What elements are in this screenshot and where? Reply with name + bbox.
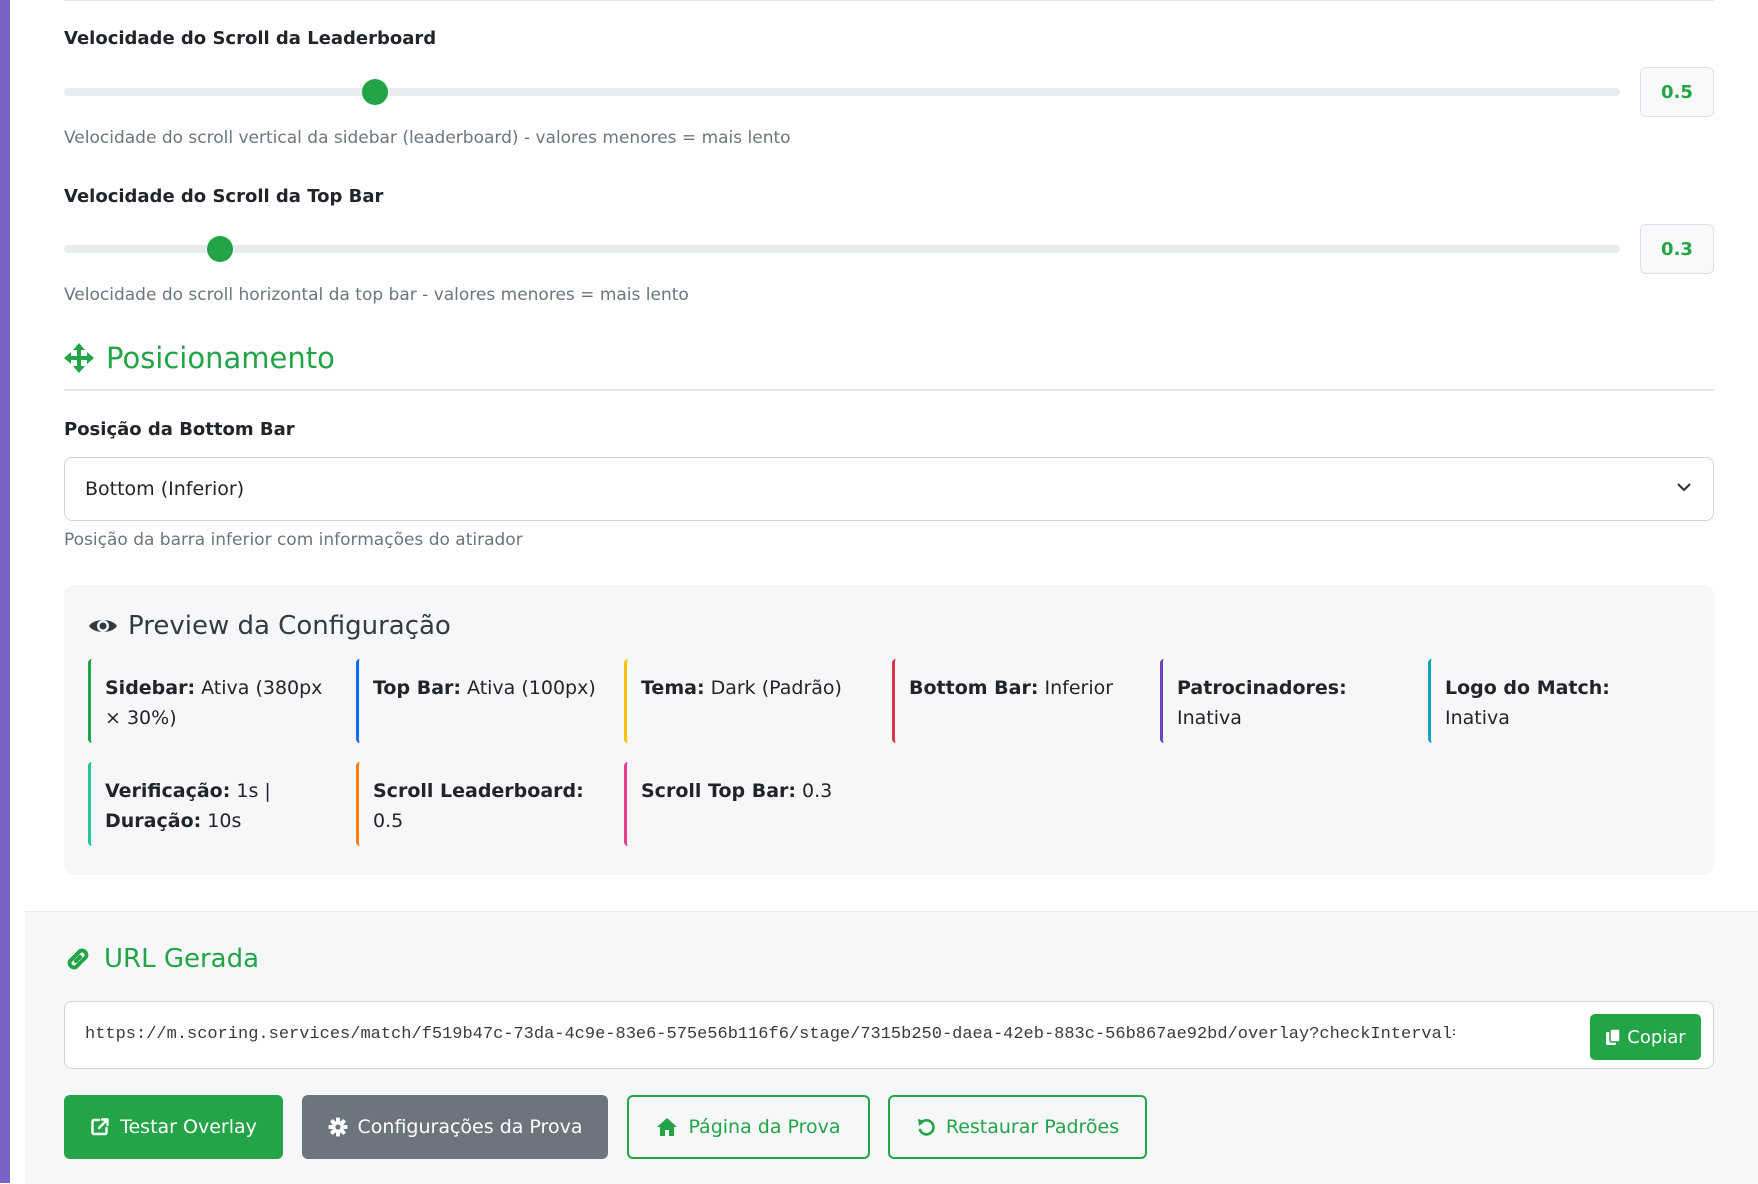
scroll-topbar-value: 0.3 (1640, 224, 1714, 274)
preview-item-scroll-topbar: Scroll Top Bar: 0.3 (624, 762, 864, 846)
preview-item-key: Top Bar: (373, 677, 461, 699)
test-overlay-label: Testar Overlay (120, 1116, 257, 1138)
preview-item-bottombar: Bottom Bar: Inferior (892, 659, 1132, 743)
preview-title: Preview da Configuração (88, 611, 451, 641)
sidebar-edge-strip (0, 0, 10, 1183)
match-settings-label: Configurações da Prova (357, 1116, 583, 1138)
url-section-title: URL Gerada (64, 944, 259, 974)
copy-url-label: Copiar (1627, 1026, 1686, 1048)
preview-item-scroll-leaderboard: Scroll Leaderboard: 0.5 (356, 762, 596, 846)
preview-item-value: 0.5 (373, 810, 404, 832)
section-divider (64, 389, 1714, 391)
divider (64, 0, 1714, 1)
restore-defaults-label: Restaurar Padrões (945, 1116, 1120, 1138)
bottom-bar-position-selected: Bottom (Inferior) (85, 478, 245, 500)
generated-url-field[interactable]: https://m.scoring.services/match/f519b47… (64, 1001, 1714, 1069)
preview-item-key: Tema: (641, 677, 705, 699)
url-title-text: URL Gerada (104, 944, 260, 974)
preview-item-key: Scroll Top Bar: (641, 780, 796, 802)
preview-item-value: Ativa (100px) (467, 677, 596, 699)
preview-item-key: Bottom Bar: (909, 677, 1039, 699)
gear-icon (328, 1117, 348, 1137)
preview-item-topbar: Top Bar: Ativa (100px) (356, 659, 596, 743)
test-overlay-button[interactable]: Testar Overlay (64, 1095, 283, 1159)
match-page-label: Página da Prova (688, 1116, 841, 1138)
scroll-leaderboard-slider-thumb[interactable] (362, 79, 389, 105)
scroll-topbar-slider-thumb[interactable] (206, 236, 233, 262)
home-icon (657, 1118, 678, 1136)
scroll-topbar-help: Velocidade do scroll horizontal da top b… (64, 285, 689, 305)
preview-item-key: Verificação: (105, 780, 231, 802)
bottom-bar-position-help: Posição da barra inferior com informaçõe… (64, 530, 523, 550)
preview-item-value: 1s | (236, 780, 271, 802)
undo-icon (917, 1119, 935, 1136)
preview-item-check-interval: Verificação: 1s | Duração: 10s (88, 762, 328, 846)
arrows-move-icon (64, 343, 94, 373)
eye-icon (89, 620, 117, 632)
scroll-topbar-slider[interactable] (64, 236, 1620, 262)
copy-icon (1606, 1028, 1622, 1045)
preview-title-text: Preview da Configuração (128, 611, 451, 641)
restore-defaults-button[interactable]: Restaurar Padrões (888, 1095, 1147, 1159)
preview-item-value: Dark (Padrão) (710, 677, 842, 699)
preview-item-sponsors: Patrocinadores: Inativa (1160, 659, 1400, 743)
preview-item-key: Sidebar: (105, 677, 196, 699)
preview-item-key: Scroll Leaderboard: (373, 780, 584, 802)
positioning-section-title: Posicionamento (64, 341, 335, 375)
bottom-bar-position-label: Posição da Bottom Bar (64, 419, 295, 440)
scroll-leaderboard-label: Velocidade do Scroll da Leaderboard (64, 28, 437, 49)
scroll-leaderboard-slider[interactable] (64, 79, 1620, 105)
link-icon (67, 948, 89, 970)
preview-item-theme: Tema: Dark (Padrão) (624, 659, 864, 743)
scroll-leaderboard-value: 0.5 (1640, 67, 1714, 117)
preview-item-value: Inativa (1177, 707, 1242, 729)
generated-url-text[interactable]: https://m.scoring.services/match/f519b47… (85, 1002, 1455, 1068)
positioning-title-text: Posicionamento (106, 341, 335, 375)
preview-item-value: 0.3 (802, 780, 833, 802)
preview-item-key: Logo do Match: (1445, 677, 1610, 699)
match-page-button[interactable]: Página da Prova (627, 1095, 870, 1159)
preview-item-value: Inativa (1445, 707, 1510, 729)
preview-item-value: 10s (207, 810, 242, 832)
preview-item-key: Duração: (105, 810, 202, 832)
external-link-icon (91, 1118, 109, 1136)
scroll-leaderboard-help: Velocidade do scroll vertical da sidebar… (64, 128, 791, 148)
match-settings-button[interactable]: Configurações da Prova (302, 1095, 608, 1159)
bottom-bar-position-select[interactable]: Bottom (Inferior) (64, 457, 1714, 521)
preview-item-sidebar: Sidebar: Ativa (380px × 30%) (88, 659, 328, 743)
scroll-topbar-label: Velocidade do Scroll da Top Bar (64, 186, 384, 207)
config-preview-panel: Preview da Configuração Sidebar: Ativa (… (64, 585, 1714, 875)
chevron-down-icon (1677, 483, 1691, 492)
preview-item-key: Patrocinadores: (1177, 677, 1347, 699)
preview-item-match-logo: Logo do Match: Inativa (1428, 659, 1668, 743)
copy-url-button[interactable]: Copiar (1590, 1014, 1701, 1060)
preview-item-value: Inferior (1044, 677, 1114, 699)
